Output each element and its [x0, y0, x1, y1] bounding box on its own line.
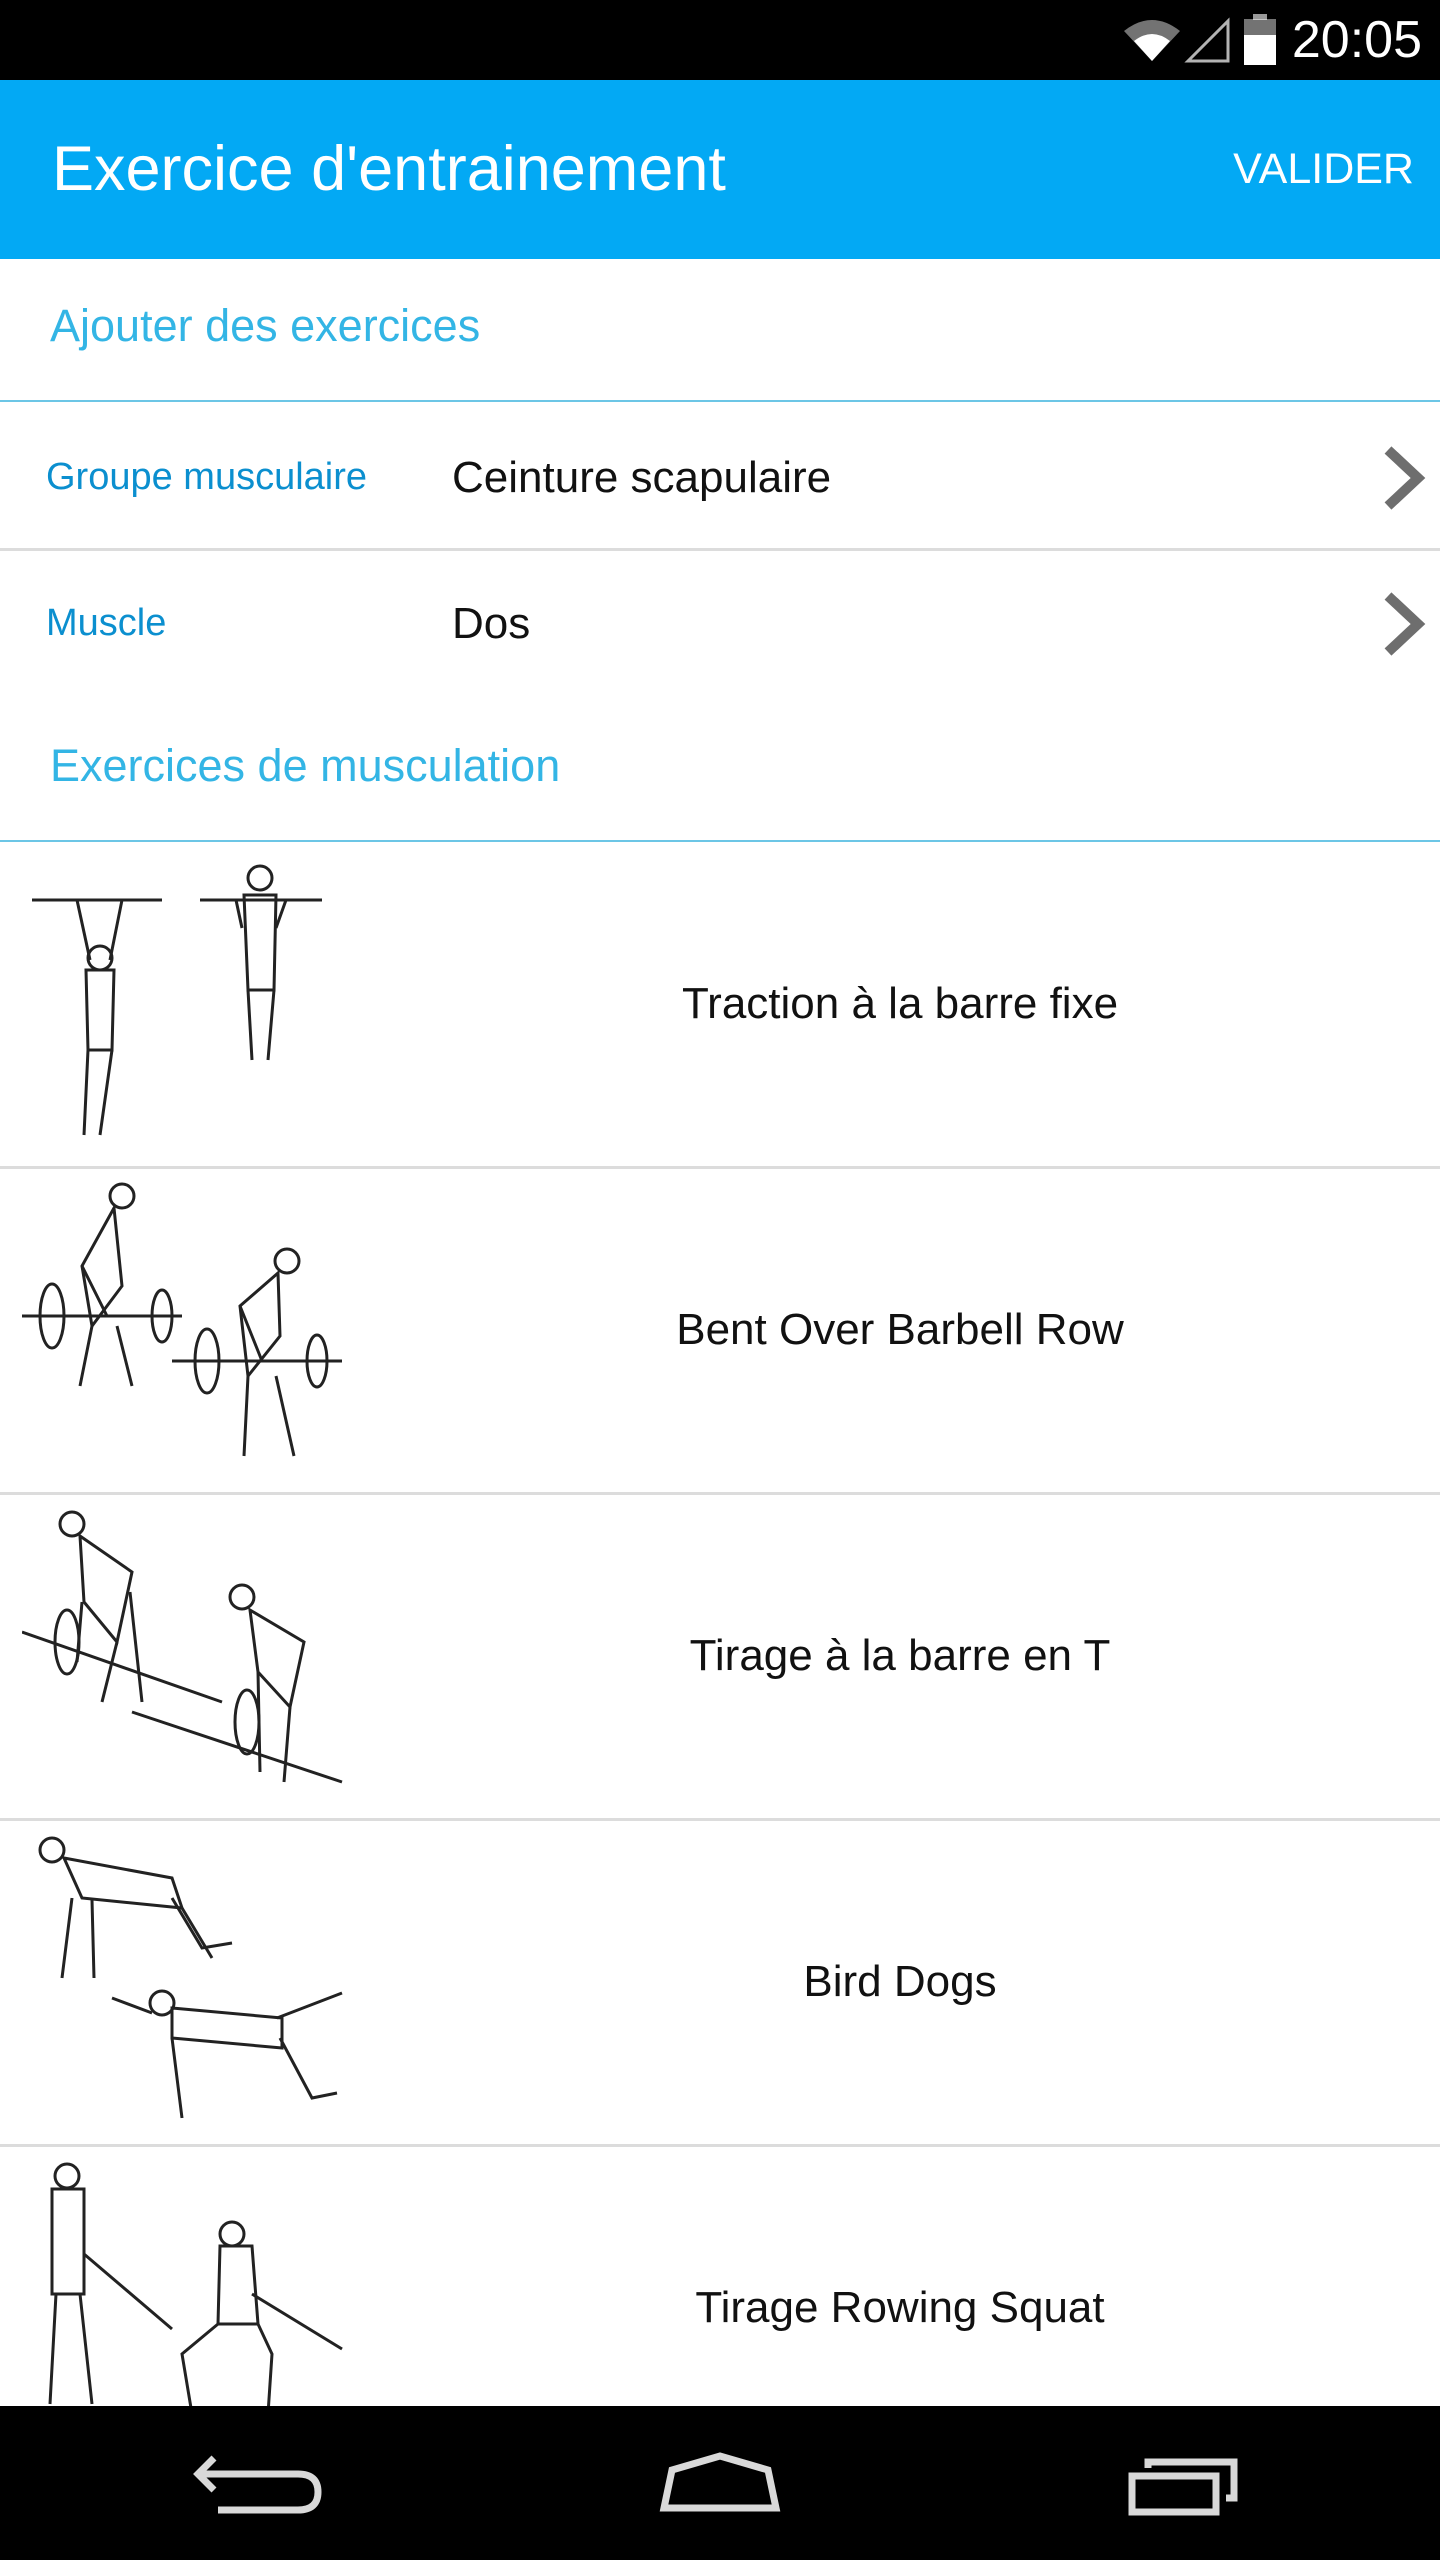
- muscle-group-selector[interactable]: Groupe musculaire Ceinture scapulaire: [0, 406, 1440, 549]
- add-exercises-header-text: Ajouter des exercices: [50, 300, 481, 351]
- validate-button[interactable]: VALIDER: [1233, 80, 1414, 259]
- chevron-right-icon: [1384, 446, 1426, 510]
- exercise-item[interactable]: Tirage à la barre en T: [0, 1494, 1440, 1818]
- exercise-name: Bent Over Barbell Row: [676, 1305, 1124, 1354]
- home-button[interactable]: [620, 2406, 820, 2560]
- divider: [0, 400, 1440, 402]
- exercise-name: Bird Dogs: [803, 1957, 997, 2006]
- back-button[interactable]: [158, 2406, 358, 2560]
- recent-apps-icon: [1128, 2458, 1238, 2516]
- muscle-label: Muscle: [46, 602, 167, 644]
- exercises-header-text: Exercices de musculation: [50, 740, 561, 791]
- status-icons: 20:05: [1122, 0, 1440, 80]
- exercise-item[interactable]: Traction à la barre fixe: [0, 842, 1440, 1166]
- muscle-group-value: Ceinture scapulaire: [452, 453, 832, 502]
- navigation-bar: [0, 2406, 1440, 2560]
- exercise-name: Traction à la barre fixe: [681, 979, 1119, 1028]
- exercise-item[interactable]: Bird Dogs: [0, 1820, 1440, 2144]
- chevron-right-icon: [1384, 592, 1426, 656]
- home-icon: [659, 2452, 781, 2512]
- exercise-name: Tirage à la barre en T: [689, 1631, 1111, 1680]
- muscle-selector[interactable]: Muscle Dos: [0, 552, 1440, 695]
- bird-dog-illustration: [38, 1836, 343, 2119]
- divider: [0, 548, 1440, 551]
- pull-up-illustration: [32, 864, 322, 1136]
- t-bar-row-illustration: [22, 1510, 343, 1784]
- exercise-item[interactable]: Bent Over Barbell Row: [0, 1168, 1440, 1492]
- signal-icon: [1184, 17, 1230, 63]
- recent-apps-button[interactable]: [1084, 2406, 1284, 2560]
- page-title: Exercice d'entrainement: [52, 134, 726, 204]
- back-icon: [193, 2455, 322, 2514]
- battery-icon: [1243, 14, 1276, 65]
- status-time: 20:05: [1291, 11, 1422, 69]
- status-bar: 20:05: [0, 0, 1440, 80]
- app-bar: Exercice d'entrainement VALIDER: [0, 80, 1440, 259]
- muscle-group-label: Groupe musculaire: [46, 456, 368, 498]
- barbell-row-illustration: [22, 1182, 342, 1457]
- muscle-value: Dos: [452, 599, 531, 648]
- wifi-icon: [1123, 20, 1180, 61]
